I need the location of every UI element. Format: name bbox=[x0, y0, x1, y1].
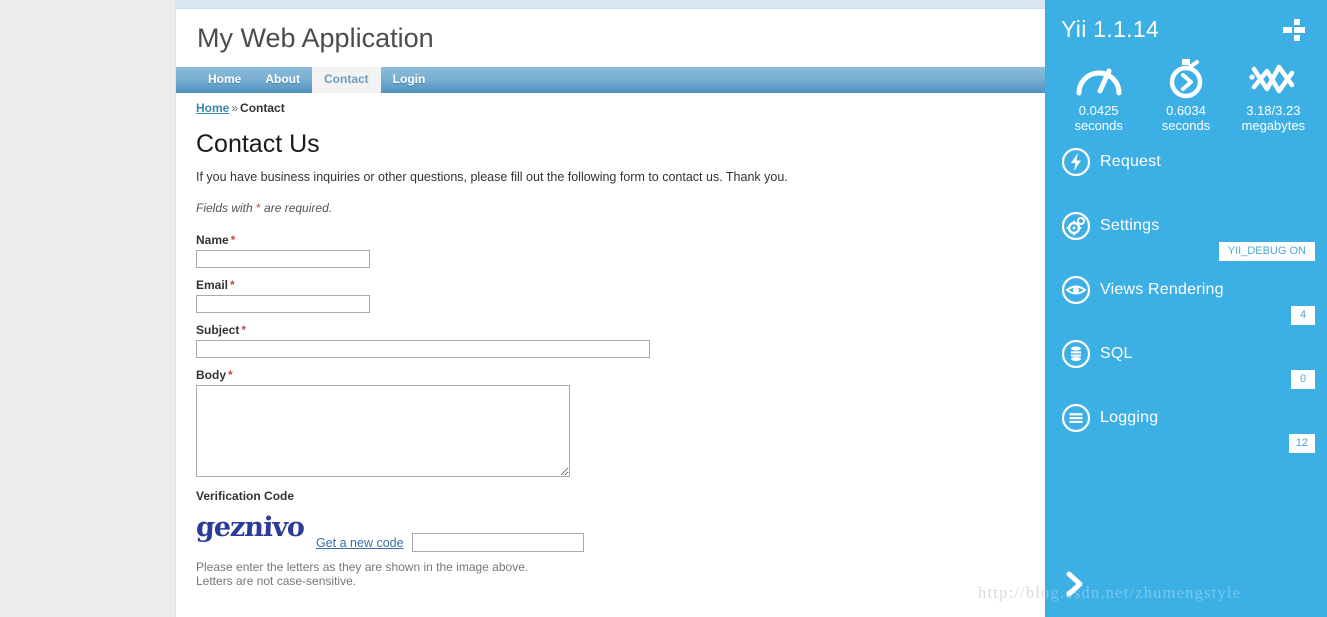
nav-link-home[interactable]: Home bbox=[196, 67, 253, 93]
stat-loading-time[interactable]: 0.0425 seconds bbox=[1056, 57, 1142, 133]
debug-menu-head-settings: Settings bbox=[1045, 211, 1327, 241]
debug-menu-item-request[interactable]: Request bbox=[1045, 147, 1327, 211]
list-icon bbox=[1061, 403, 1091, 433]
nav-link-contact[interactable]: Contact bbox=[312, 67, 381, 93]
debug-badge-logging: 12 bbox=[1288, 434, 1315, 453]
label-subject-required: * bbox=[241, 323, 247, 337]
stat-execution-value: 0.6034 bbox=[1166, 103, 1206, 118]
body-textarea[interactable] bbox=[196, 385, 570, 477]
label-body-text: Body bbox=[196, 368, 226, 382]
debug-stats-row: 0.0425 seconds 0.6034 seconds 3.18/3.23 … bbox=[1045, 49, 1327, 137]
yii-debug-panel: Yii 1.1.14 0.0425 seconds 0.6034 seconds… bbox=[1045, 0, 1327, 617]
plus-icon[interactable] bbox=[1283, 18, 1305, 41]
nav-link-about[interactable]: About bbox=[253, 67, 312, 93]
nav-item-home[interactable]: Home bbox=[196, 67, 253, 93]
debug-badge-sql: 0 bbox=[1291, 370, 1315, 389]
email-input[interactable] bbox=[196, 295, 370, 313]
debug-badge-views-rendering: 4 bbox=[1291, 306, 1315, 325]
stopwatch-icon bbox=[1143, 57, 1229, 99]
debug-menu-label-request: Request bbox=[1100, 153, 1161, 170]
debug-panel-header: Yii 1.1.14 bbox=[1045, 0, 1327, 49]
gauge-icon bbox=[1056, 57, 1142, 99]
debug-menu-item-settings[interactable]: Settings YII_DEBUG ON bbox=[1045, 211, 1327, 275]
yii-version-label: Yii 1.1.14 bbox=[1061, 16, 1160, 42]
stat-memory-unit: megabytes bbox=[1241, 118, 1306, 133]
debug-menu-label-logging: Logging bbox=[1100, 409, 1159, 426]
bolt-icon bbox=[1061, 147, 1091, 177]
breadcrumb-current: Contact bbox=[240, 101, 285, 115]
nav-item-contact[interactable]: Contact bbox=[312, 67, 381, 93]
stat-loading-unit: seconds bbox=[1074, 118, 1123, 133]
subject-input[interactable] bbox=[196, 340, 650, 358]
stat-execution-unit: seconds bbox=[1161, 118, 1211, 133]
debug-menu-head-sql: SQL bbox=[1045, 339, 1327, 369]
name-input[interactable] bbox=[196, 250, 370, 268]
stat-memory-usage[interactable]: 3.18/3.23 megabytes bbox=[1230, 57, 1316, 133]
debug-menu-label-sql: SQL bbox=[1100, 345, 1133, 362]
label-name-required: * bbox=[230, 233, 236, 247]
chart-line-icon bbox=[1230, 57, 1316, 99]
label-subject-text: Subject bbox=[196, 323, 240, 337]
captcha-image-text: geznivo bbox=[196, 512, 305, 543]
nav-item-login[interactable]: Login bbox=[381, 67, 438, 93]
debug-menu-item-sql[interactable]: SQL 0 bbox=[1045, 339, 1327, 403]
debug-badge-settings: YII_DEBUG ON bbox=[1218, 242, 1315, 261]
debug-menu-head-request: Request bbox=[1045, 147, 1327, 177]
debug-menu-item-logging[interactable]: Logging 12 bbox=[1045, 403, 1327, 467]
label-email-text: Email bbox=[196, 278, 229, 292]
chevron-right-icon[interactable] bbox=[1063, 569, 1087, 599]
get-new-code-link[interactable]: Get a new code bbox=[316, 536, 404, 550]
debug-menu-label-views-rendering: Views Rendering bbox=[1100, 281, 1224, 298]
database-icon bbox=[1061, 339, 1091, 369]
captcha-image[interactable]: geznivo bbox=[196, 509, 308, 547]
verification-code-input[interactable] bbox=[411, 533, 584, 552]
nav-item-about[interactable]: About bbox=[253, 67, 312, 93]
label-body-required: * bbox=[228, 368, 233, 382]
stat-loading-value: 0.0425 bbox=[1078, 103, 1119, 118]
debug-menu-head-logging: Logging bbox=[1045, 403, 1327, 433]
debug-menu-head-views-rendering: Views Rendering bbox=[1045, 275, 1327, 305]
required-note-prefix: Fields with bbox=[196, 201, 257, 215]
debug-menu-item-views-rendering[interactable]: Views Rendering 4 bbox=[1045, 275, 1327, 339]
gear-icon bbox=[1061, 211, 1091, 241]
stat-memory-value: 3.18/3.23 bbox=[1246, 103, 1301, 118]
debug-menu-label-settings: Settings bbox=[1100, 217, 1160, 234]
required-note-suffix: are required. bbox=[260, 201, 333, 215]
debug-menu: Request Settings YII_DEBUG ON Views Rend… bbox=[1045, 137, 1327, 467]
breadcrumb-separator: » bbox=[231, 101, 239, 115]
label-name-text: Name bbox=[196, 233, 229, 247]
label-email-required: * bbox=[230, 278, 235, 292]
nav-link-login[interactable]: Login bbox=[381, 67, 438, 93]
stat-execution-time[interactable]: 0.6034 seconds bbox=[1143, 57, 1229, 133]
eye-icon bbox=[1061, 275, 1091, 305]
breadcrumb-link-home[interactable]: Home bbox=[196, 101, 229, 115]
